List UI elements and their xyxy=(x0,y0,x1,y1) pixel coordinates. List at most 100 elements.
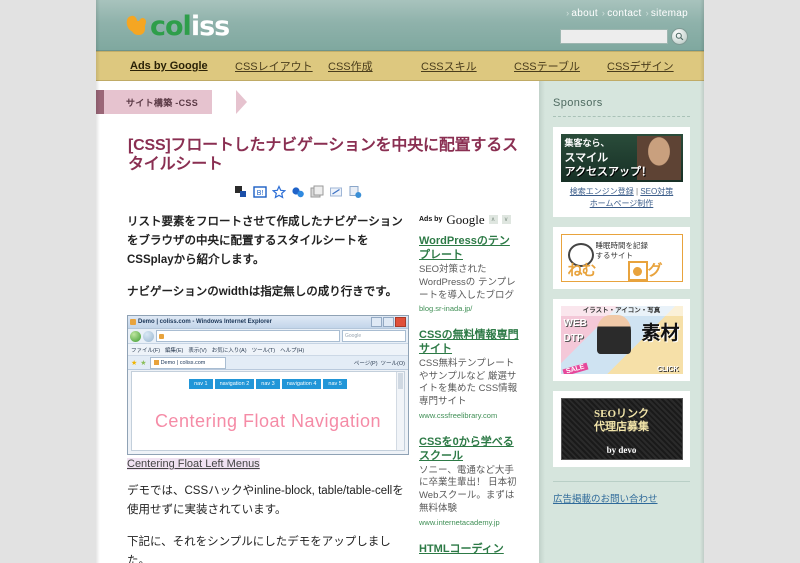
ad-url: www.cssfreelibrary.com xyxy=(419,411,498,421)
shot-tab: Demo | coliss.com xyxy=(149,356,226,369)
nemulog-banner[interactable]: 睡眠時間を記録 するサイト ねむ グ xyxy=(560,234,683,282)
ad-title-link[interactable]: WordPressのテンプレート xyxy=(419,235,519,263)
breadcrumb-label[interactable]: サイト構築 -CSS xyxy=(104,90,213,114)
shot-url-input xyxy=(156,330,340,343)
banner-figure xyxy=(596,315,631,354)
nav-item-css-layout[interactable]: CSSレイアウト xyxy=(235,58,328,74)
ad-title-link[interactable]: HTMLコーディン xyxy=(419,543,519,557)
banner-line-3: ねむ xyxy=(567,262,597,279)
link-about[interactable]: about xyxy=(571,8,598,19)
newsing-icon[interactable] xyxy=(310,185,324,199)
ads-scroll-down-icon[interactable]: ∨ xyxy=(501,215,511,225)
ad-title-link[interactable]: CSSを0から学べるスクール xyxy=(419,436,519,464)
nav-link-2[interactable]: CSS作成 xyxy=(328,61,373,73)
shot-menu-view: 表示(V) xyxy=(188,347,207,354)
shot-nav-button: nav 3 xyxy=(256,379,280,390)
screenshot-caption-link[interactable]: Centering Float Left Menus xyxy=(127,458,260,471)
nav-item-css-skill[interactable]: CSSスキル xyxy=(421,58,514,74)
smile-access-up-banner[interactable]: 集客なら、 スマイル アクセスアップ！ xyxy=(560,134,683,182)
page-root: coliss › about › contact › sitemap Ads by Goo… xyxy=(0,0,800,563)
hatena-bookmark-icon[interactable]: B! xyxy=(252,185,267,199)
ads-by-google-header: Ads by Google ∧ ∨ xyxy=(419,213,519,226)
site-header: coliss › about › contact › sitemap xyxy=(96,0,704,51)
shot-addfav-star-icon: ★ xyxy=(140,359,147,367)
sponsor-link-seo-registration[interactable]: 検索エンジン登録 xyxy=(570,187,634,196)
nav-link-4[interactable]: CSSテーブル xyxy=(514,61,580,73)
web-dtp-sozai-banner[interactable]: イラスト・アイコン・写真 WEB DTP 素材 SALE CLICK xyxy=(560,306,683,374)
bookmark-icon[interactable] xyxy=(234,185,248,199)
breadcrumb-cap xyxy=(96,90,104,114)
pen-edit-icon[interactable] xyxy=(329,185,343,199)
sponsor-card[interactable]: 集客なら、 スマイル アクセスアップ！ 検索エンジン登録 | SEO対策 ホーム… xyxy=(553,127,690,217)
ad-url: www.internetacademy.jp xyxy=(419,517,500,527)
banner-line-2: するサイト xyxy=(595,251,634,260)
article-paragraph-1: リスト要素をフロートさせて作成したナビゲーションをブラウザの中央に配置するスタイ… xyxy=(127,216,403,267)
banner-line-3: アクセスアップ！ xyxy=(564,166,652,178)
sidebar-footer: 広告掲載のお問い合わせ xyxy=(553,481,690,505)
shot-menu-favorites: お気に入り(A) xyxy=(211,347,247,354)
sponsor-card[interactable]: イラスト・アイコン・写真 WEB DTP 素材 SALE CLICK xyxy=(553,299,690,381)
ad-unit: CSSの無料情報専門サイト CSS無料テンプレートやサンプルなど 厳選サイトを集… xyxy=(419,329,519,420)
article-paragraph-4: 下記に、それをシンプルにしたデモをアップしました。 xyxy=(127,536,391,563)
shot-menu-tools: ツール(T) xyxy=(251,347,276,354)
sale-badge: SALE xyxy=(562,362,588,374)
ad-title-link[interactable]: CSSの無料情報専門サイト xyxy=(419,329,519,357)
clip-share-icon[interactable] xyxy=(348,185,362,199)
nav-item-ads-by-google[interactable]: Ads by Google xyxy=(130,58,235,74)
delicious-icon[interactable] xyxy=(291,185,305,199)
shot-favicon-icon xyxy=(130,319,136,326)
ad-unit: WordPressのテンプレート SEO対策された WordPressの テンプ… xyxy=(419,235,519,313)
article-paragraph-3: デモでは、CSSハックやinline-block, table/table-ce… xyxy=(127,485,404,517)
shot-window-title: Demo | coliss.com - Windows Internet Exp… xyxy=(130,319,272,326)
main-content: サイト構築 -CSS [CSS]フロートしたナビゲーションを中央に配置するスタイ… xyxy=(96,81,539,563)
nav-item-css-design[interactable]: CSSデザイン xyxy=(607,58,700,74)
nav-link-1[interactable]: CSSレイアウト xyxy=(235,61,313,73)
shot-address-bar: Google xyxy=(128,329,408,345)
ad-description: ソニー、電通など大手に卒業生輩出！ 日本初Webスクール。まずは無料体験 xyxy=(419,464,517,514)
shot-nav-button: navigation 4 xyxy=(281,379,322,390)
shot-forward-icon xyxy=(143,330,154,342)
link-contact[interactable]: contact xyxy=(607,8,641,19)
svg-text:B!: B! xyxy=(256,190,263,197)
link-sitemap[interactable]: sitemap xyxy=(651,8,688,19)
social-share-row: B! xyxy=(96,185,539,199)
banner-line-2: DTP xyxy=(563,333,584,344)
sidebar: Sponsors 集客なら、 スマイル アクセスアップ！ 検索エンジン登録 | … xyxy=(539,81,704,563)
shot-demo-nav: nav 1 navigation 2 nav 3 navigation 4 na… xyxy=(132,379,404,390)
shot-search-input: Google xyxy=(342,330,406,343)
shot-tab-favicon-icon xyxy=(153,360,159,366)
banner-line-2: 代理店募集 xyxy=(594,421,649,433)
nav-link-0[interactable]: Ads by Google xyxy=(130,60,208,72)
link-bullet-icon: › xyxy=(645,8,649,18)
shot-menu-help: ヘルプ(H) xyxy=(280,347,305,354)
browser-screenshot-image[interactable]: Demo | coliss.com - Windows Internet Exp… xyxy=(127,315,409,456)
sponsor-link-homepage[interactable]: ホームページ制作 xyxy=(590,199,654,208)
shot-page-menu: ページ(P) xyxy=(353,360,378,367)
banner-line-3: by devo xyxy=(606,445,637,455)
search-input[interactable] xyxy=(560,29,668,44)
shot-tabbar: ★ ★ Demo | coliss.com ページ(P) ツール(O) xyxy=(128,356,408,371)
nav-link-5[interactable]: CSSデザイン xyxy=(607,61,674,73)
seo-link-devo-banner[interactable]: SEOリンク 代理店募集 by devo xyxy=(560,398,683,460)
nav-item-css-create[interactable]: CSS作成 xyxy=(328,58,421,74)
shot-titlebar: Demo | coliss.com - Windows Internet Exp… xyxy=(128,316,408,330)
nav-link-3[interactable]: CSSスキル xyxy=(421,61,477,73)
sponsor-link-seo[interactable]: SEO対策 xyxy=(640,187,673,196)
nav-item-css-table[interactable]: CSSテーブル xyxy=(514,58,607,74)
ads-scroll-up-icon[interactable]: ∧ xyxy=(488,215,498,225)
site-search xyxy=(560,28,688,45)
star-favorites-icon[interactable] xyxy=(271,185,286,199)
search-button[interactable] xyxy=(671,28,688,45)
shot-nav-button: navigation 2 xyxy=(214,379,255,390)
sponsor-card[interactable]: SEOリンク 代理店募集 by devo xyxy=(553,391,690,467)
shot-tools-menu: ツール(O) xyxy=(380,360,405,367)
site-logo[interactable]: coliss xyxy=(124,11,230,41)
link-separator: | xyxy=(636,187,639,196)
ad-inquiry-link[interactable]: 広告掲載のお問い合わせ xyxy=(553,494,658,505)
sidebar-divider xyxy=(553,116,690,117)
search-icon xyxy=(675,32,684,41)
banner-line-1: 集客なら、 xyxy=(564,138,610,148)
sponsor-card[interactable]: 睡眠時間を記録 するサイト ねむ グ xyxy=(553,227,690,289)
breadcrumb-arrow-icon xyxy=(236,90,247,114)
shot-nav-button: nav 1 xyxy=(189,379,213,390)
